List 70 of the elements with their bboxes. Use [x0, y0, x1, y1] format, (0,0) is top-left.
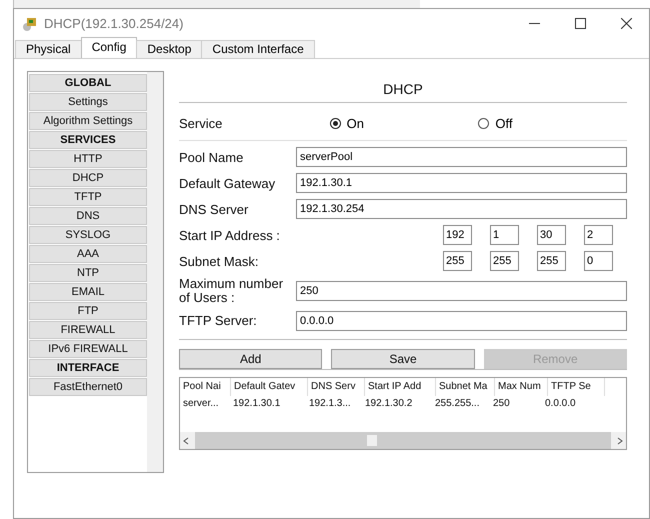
- field-label: Service: [179, 116, 224, 130]
- sidebar-item[interactable]: EMAIL: [29, 283, 147, 301]
- table-cell-text: 192.1.30.1: [232, 397, 282, 411]
- sidebar-item[interactable]: SYSLOG: [29, 226, 147, 244]
- column-header[interactable]: DNS Serv: [308, 378, 365, 396]
- column-header[interactable]: Pool Nai: [180, 378, 231, 396]
- sidebar-item[interactable]: FastEthernet0: [29, 378, 147, 396]
- field-label: DNS Server: [179, 202, 250, 216]
- octet-field[interactable]: 1: [490, 225, 519, 245]
- octet-field[interactable]: 255: [490, 251, 519, 271]
- tab[interactable]: Custom Interface: [201, 40, 315, 58]
- radio-option[interactable]: Off: [478, 116, 627, 130]
- field-label: Default Gateway: [179, 176, 276, 190]
- sidebar-item[interactable]: DNS: [29, 207, 147, 225]
- table-cell-text: 192.1.3...: [308, 397, 352, 411]
- sidebar-item[interactable]: DHCP: [29, 169, 147, 187]
- horizontal-scroll-bar[interactable]: [180, 432, 626, 449]
- column-header[interactable]: TFTP Se: [548, 378, 605, 396]
- sidebar-header: SERVICES: [29, 131, 147, 149]
- tab[interactable]: Config: [80, 37, 138, 58]
- sidebar-item[interactable]: AAA: [29, 245, 147, 263]
- radio-option[interactable]: On: [330, 116, 478, 130]
- sidebar-item[interactable]: IPv6 FIREWALL: [29, 340, 147, 358]
- table-cell-text: 250: [492, 397, 511, 411]
- radio-icon[interactable]: [330, 118, 341, 128]
- panel-title: DHCP: [179, 81, 627, 103]
- field-label: Pool Name: [179, 150, 244, 164]
- sidebar-item[interactable]: TFTP: [29, 188, 147, 206]
- input-field[interactable]: 192.1.30.254: [296, 199, 627, 219]
- sidebar-item[interactable]: Settings: [29, 93, 147, 111]
- sidebar-header: GLOBAL: [29, 74, 147, 92]
- octet-field[interactable]: 192: [443, 225, 472, 245]
- tab[interactable]: Desktop: [136, 40, 202, 58]
- action-button[interactable]: Save: [331, 349, 475, 369]
- scroll-bar[interactable]: [147, 72, 163, 472]
- table-cell-text: 255.255...: [434, 397, 480, 411]
- sidebar-item[interactable]: HTTP: [29, 150, 147, 168]
- sidebar-item[interactable]: FTP: [29, 302, 147, 320]
- minimize-icon[interactable]: [528, 22, 540, 24]
- input-field[interactable]: serverPool: [296, 147, 627, 167]
- sidebar-item[interactable]: Algorithm Settings: [29, 112, 147, 130]
- tab[interactable]: Physical: [15, 40, 82, 58]
- octet-field[interactable]: 2: [584, 225, 613, 245]
- field-label: TFTP Server:: [179, 314, 258, 328]
- table-cell-text: 192.1.30.2: [364, 397, 414, 411]
- field-label: Maximum number of Users :: [179, 277, 284, 305]
- input-field[interactable]: 0.0.0.0: [296, 311, 627, 331]
- column-header[interactable]: Max Num: [495, 378, 548, 396]
- table-cell-text: 0.0.0.0: [544, 397, 577, 411]
- column-header[interactable]: Subnet Ma: [436, 378, 495, 396]
- close-icon[interactable]: [620, 18, 632, 29]
- app-icon: [22, 16, 38, 32]
- octet-field[interactable]: 255: [537, 251, 566, 271]
- column-header[interactable]: Default Gatev: [231, 378, 308, 396]
- octet-field[interactable]: 0: [584, 251, 613, 271]
- table-cell-text: server...: [182, 397, 220, 411]
- input-field[interactable]: 250: [296, 281, 627, 301]
- field-label: Subnet Mask:: [179, 254, 260, 268]
- input-field[interactable]: 192.1.30.1: [296, 173, 627, 193]
- radio-icon[interactable]: [478, 118, 490, 128]
- column-header[interactable]: Start IP Add: [365, 378, 436, 396]
- window-title: DHCP(192.1.30.254/24): [44, 16, 184, 31]
- sidebar-header: INTERFACE: [29, 359, 147, 377]
- sidebar-item[interactable]: FIREWALL: [29, 321, 147, 339]
- action-button[interactable]: Add: [179, 349, 322, 369]
- octet-field[interactable]: 255: [443, 251, 472, 271]
- octet-field[interactable]: 30: [537, 225, 566, 245]
- sidebar-item[interactable]: NTP: [29, 264, 147, 282]
- maximize-icon[interactable]: [574, 18, 586, 29]
- field-label: Start IP Address :: [179, 228, 281, 242]
